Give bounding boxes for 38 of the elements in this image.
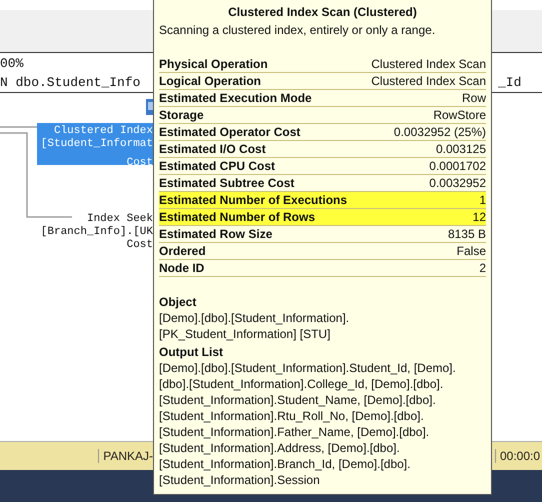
property-label: Estimated Row Size bbox=[159, 227, 272, 241]
section-text: [Demo].[dbo].[Student_Information]. [PK_Student_Information] [STU] bbox=[159, 310, 350, 342]
property-label: Estimated Execution Mode bbox=[159, 91, 312, 105]
property-label: Ordered bbox=[159, 244, 206, 258]
property-value: 0.0032952 (25%) bbox=[394, 125, 486, 139]
property-value: 0.0001702 bbox=[429, 159, 486, 173]
property-value: 8135 B bbox=[448, 227, 486, 241]
property-value: 12 bbox=[472, 210, 486, 224]
property-label: Physical Operation bbox=[159, 57, 268, 71]
tooltip-description: Scanning a clustered index, entirely or only a range. bbox=[159, 22, 436, 39]
property-value: Clustered Index Scan bbox=[371, 57, 486, 71]
property-label: Estimated Operator Cost bbox=[159, 125, 300, 139]
property-label: Estimated I/O Cost bbox=[159, 142, 266, 156]
property-label: Estimated Number of Rows bbox=[159, 210, 316, 224]
property-label: Estimated Number of Executions bbox=[159, 193, 348, 207]
property-value: False bbox=[456, 244, 486, 258]
property-value: 0.003125 bbox=[436, 142, 486, 156]
section-text: [Demo].[dbo].[Student_Information].Student_Id, [Demo]. [dbo].[Student_Information].College_Id, [Demo].[dbo]. [Student_Information].Student_Name, [Demo].[dbo]. [Student_Information].Rtu_Roll_No, [Demo].[dbo]. [Student_Information].Father_Name, [Demo].[dbo]. [Student_Information].Address, [Demo].[dbo]. [Student_Information].Branch_Id, [Demo].[dbo]. [Student_Information].Session bbox=[159, 360, 457, 488]
section-heading: Object bbox=[159, 294, 198, 310]
query-text: _Id bbox=[498, 74, 522, 90]
property-label: Node ID bbox=[159, 261, 204, 275]
plan-node[interactable]: Index Seek [Branch_Info].[UK Cost bbox=[40, 213, 153, 252]
property-value: 0.0032952 bbox=[429, 176, 486, 190]
property-value: Row bbox=[462, 91, 486, 105]
property-value: 2 bbox=[479, 261, 486, 275]
property-label: Estimated CPU Cost bbox=[159, 159, 276, 173]
property-label: Estimated Subtree Cost bbox=[159, 176, 294, 190]
tooltip-title: Clustered Index Scan (Clustered) bbox=[227, 4, 418, 21]
elapsed-time: 00:00:0 bbox=[495, 449, 540, 463]
property-value: 1 bbox=[479, 193, 486, 207]
section-heading: Output List bbox=[159, 344, 224, 360]
property-label: Storage bbox=[159, 108, 204, 122]
query-text: N dbo.Student_Info bbox=[0, 75, 140, 90]
zoom-level: 00% bbox=[0, 56, 24, 71]
property-value: RowStore bbox=[433, 108, 486, 122]
property-value: Clustered Index Scan bbox=[371, 74, 486, 88]
property-label: Logical Operation bbox=[159, 74, 262, 88]
operator-icon bbox=[146, 99, 153, 115]
